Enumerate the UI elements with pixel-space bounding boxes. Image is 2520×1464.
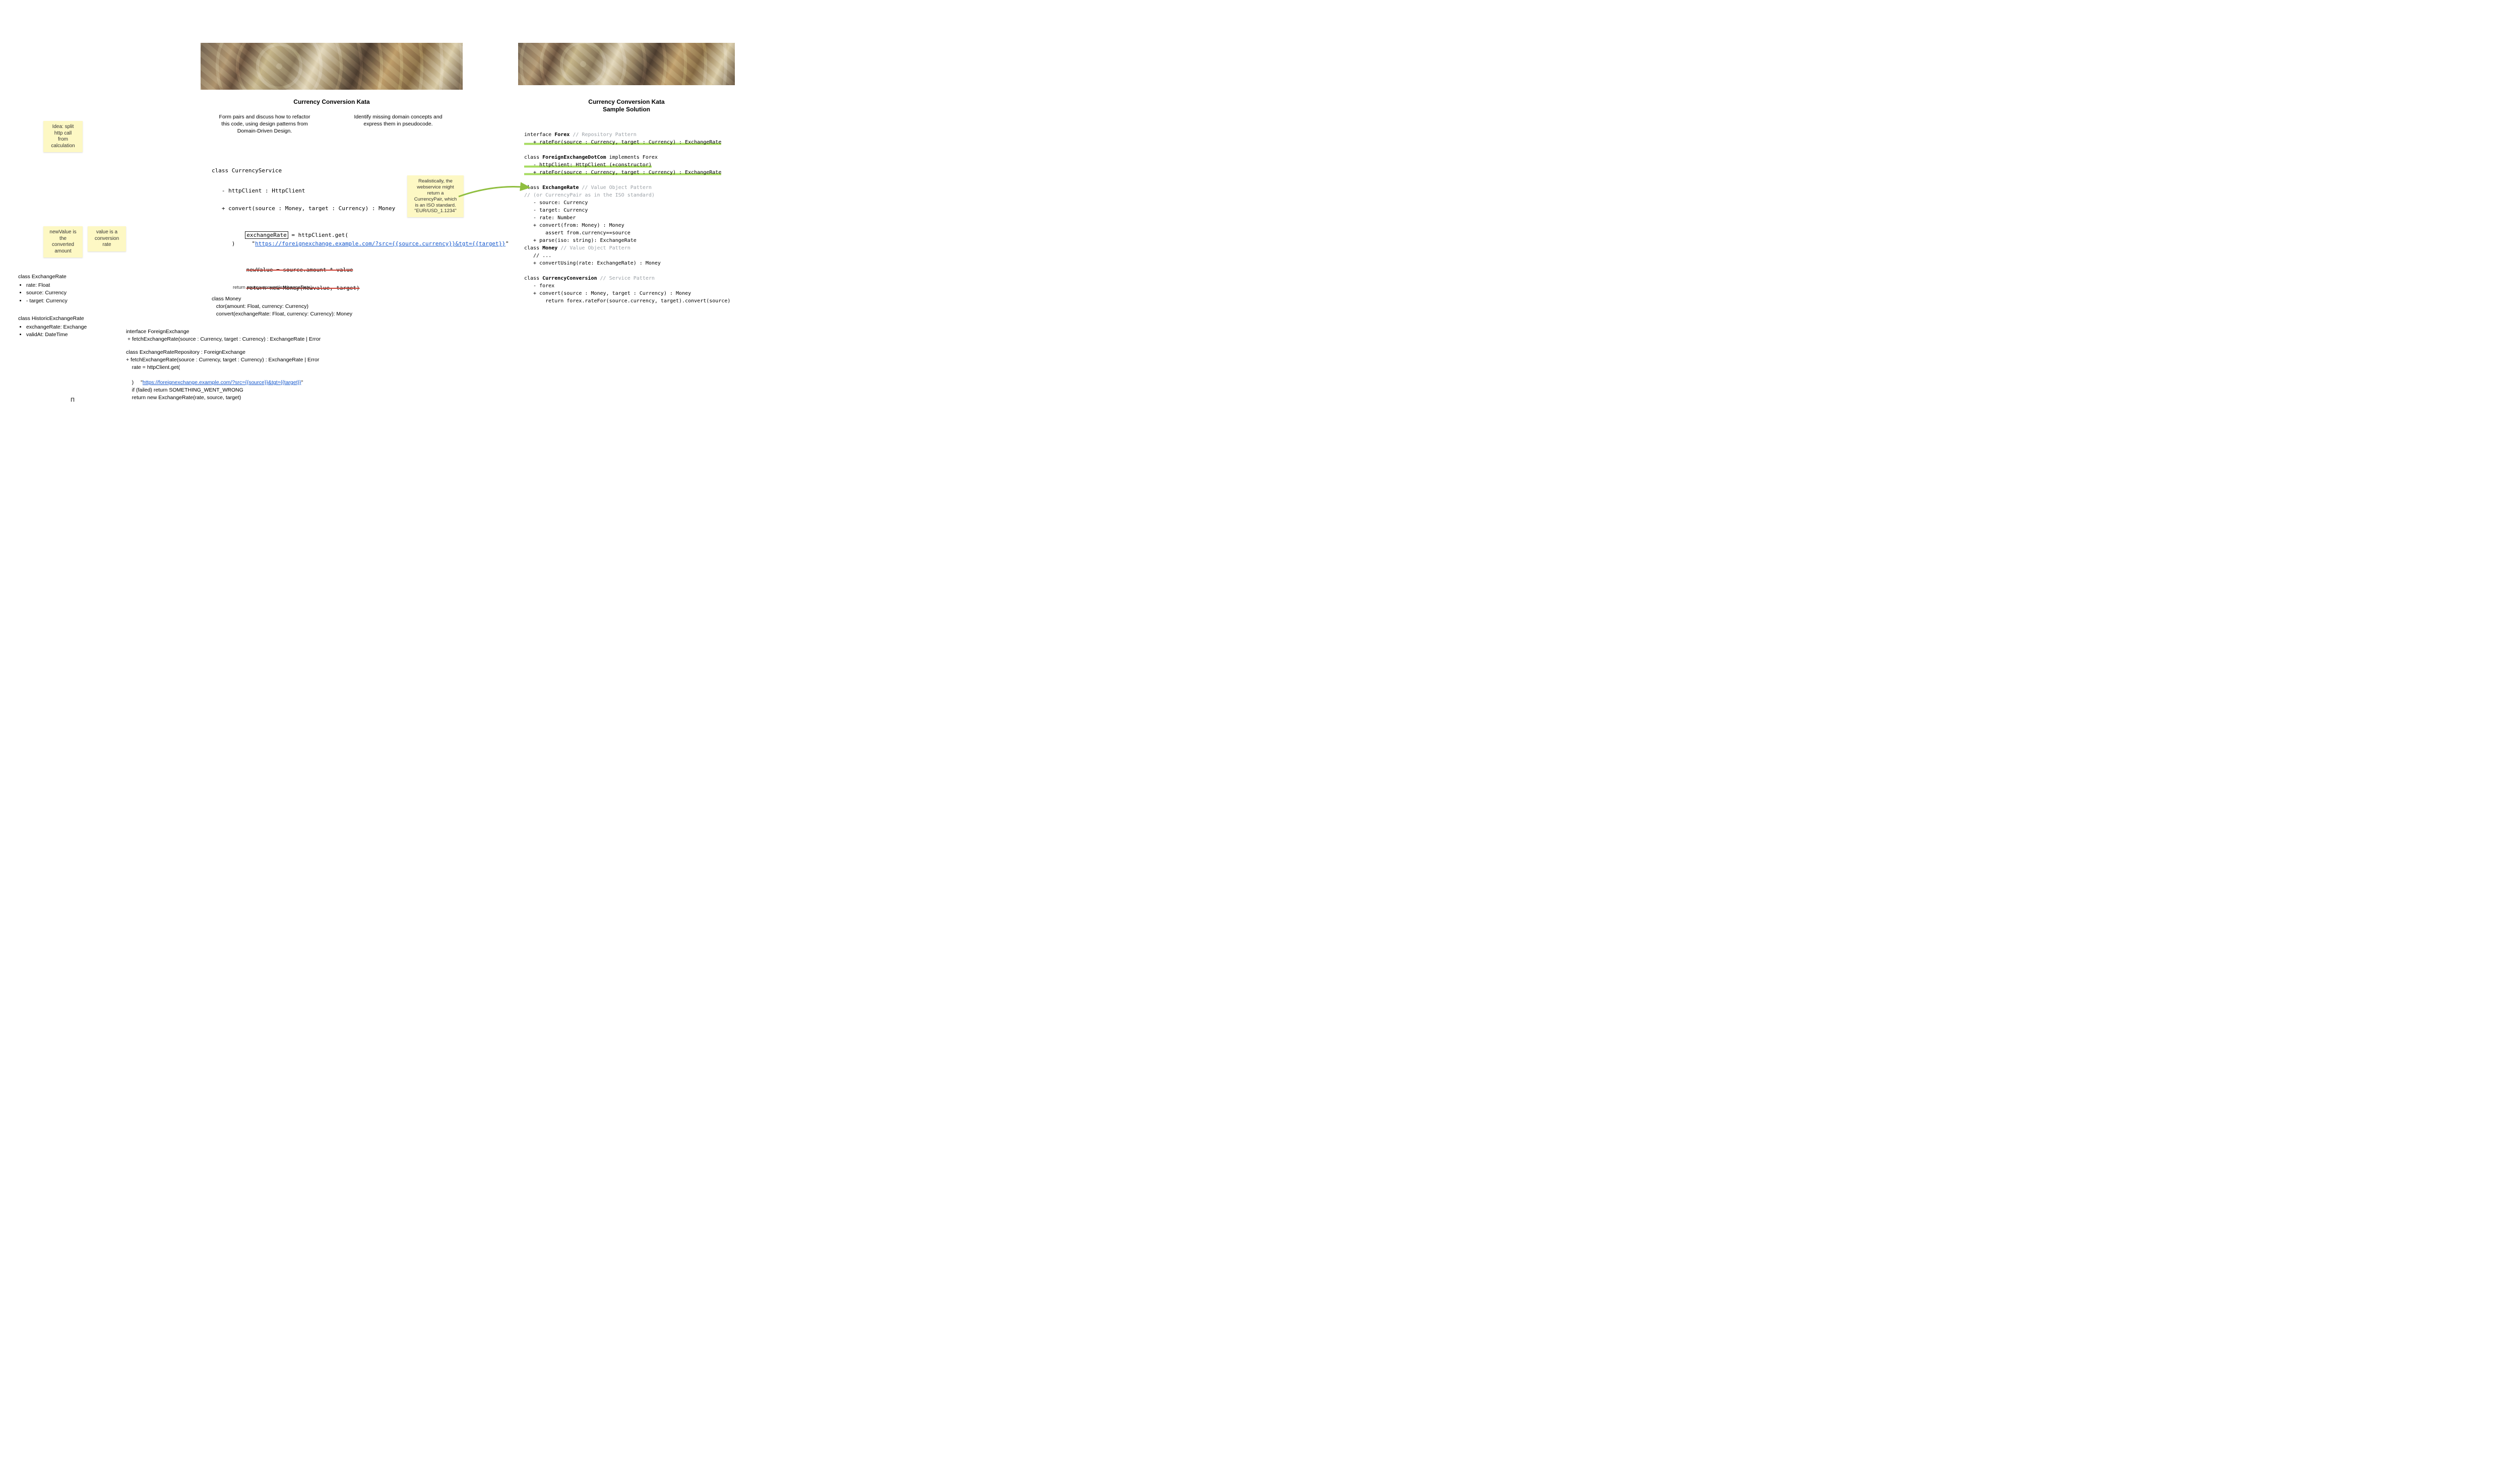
solution-line: class Money // Value Object Pattern: [524, 244, 730, 252]
right-title-1: Currency Conversion Kata: [518, 98, 735, 105]
sticky-newvalue[interactable]: newValue is the converted amount: [43, 226, 83, 258]
left-instructions-2: Identify missing domain concepts and exp…: [348, 113, 449, 128]
sticky-idea[interactable]: Idea: split http call from calculation: [43, 121, 83, 152]
code-money-block: class Money ctor(amount: Float, currency…: [212, 295, 352, 319]
list-item: rate: Float: [26, 282, 68, 289]
solution-line: - source: Currency: [524, 199, 730, 207]
sticky-text: newValue is the converted amount: [47, 229, 79, 254]
solution-line: [524, 146, 730, 154]
list-header: class ExchangeRate: [18, 273, 68, 281]
solution-line: class ExchangeRate // Value Object Patte…: [524, 184, 730, 192]
sticky-currencypair[interactable]: Realistically, the webservice might retu…: [407, 175, 464, 217]
list-item: exchangeRate: Exchange: [26, 324, 87, 331]
code-interface-block: interface ForeignExchange + fetchExchang…: [126, 328, 321, 343]
solution-line: // (or CurrencyPair as in the ISO standa…: [524, 192, 730, 199]
solution-line: - forex: [524, 282, 730, 290]
code-class-header: class CurrencyService: [212, 166, 282, 175]
solution-line: [524, 267, 730, 275]
solution-line: - target: Currency: [524, 207, 730, 214]
list-item: validAt: DateTime: [26, 331, 87, 339]
solution-line: // ...: [524, 252, 730, 260]
solution-line: + rateFor(source : Currency, target : Cu…: [524, 139, 730, 146]
left-title: Currency Conversion Kata: [201, 98, 463, 105]
solution-line: interface Forex // Repository Pattern: [524, 131, 730, 139]
solution-code-block: interface Forex // Repository Pattern + …: [524, 131, 730, 305]
sticky-text: Realistically, the webservice might retu…: [411, 178, 460, 214]
code-method-convert: + convert(source : Money, target : Curre…: [212, 204, 395, 213]
sticky-text: Idea: split http call from calculation: [47, 124, 79, 149]
solution-line: + convert(source : Money, target : Curre…: [524, 290, 730, 297]
list-item: - target: Currency: [26, 297, 68, 305]
solution-line: class CurrencyConversion // Service Patt…: [524, 275, 730, 282]
code-repo-tail: ) if (failed) return SOMETHING_WENT_WRON…: [126, 379, 243, 402]
side-list-exchangerate: class ExchangeRate rate: Float source: C…: [18, 273, 68, 305]
solution-line: + parse(iso: string): ExchangeRate: [524, 237, 730, 244]
solution-line: + convert(from: Money) : Money: [524, 222, 730, 229]
solution-line: class ForeignExchangeDotCom implements F…: [524, 154, 730, 161]
url-link[interactable]: https://foreignexchange.example.com/?src…: [255, 240, 506, 247]
solution-line: [524, 176, 730, 184]
solution-line: - rate: Number: [524, 214, 730, 222]
list-item: source: Currency: [26, 289, 68, 297]
solution-line: - httpClient: HttpClient (+constructor): [524, 161, 730, 169]
list-header: class HistoricExchangeRate: [18, 315, 87, 323]
solution-line: + convertUsing(rate: ExchangeRate) : Mon…: [524, 260, 730, 267]
sticky-value-rate[interactable]: value is a conversion rate: [88, 226, 126, 251]
banner-image-right: [518, 43, 735, 85]
code-url-line: "https://foreignexchange.example.com/?sr…: [212, 231, 509, 257]
solution-line: + rateFor(source : Currency, target : Cu…: [524, 169, 730, 176]
banner-image-left: [201, 43, 463, 90]
left-instructions-1: Form pairs and discuss how to refactor t…: [214, 113, 315, 135]
solution-line: assert from.currency==source: [524, 229, 730, 237]
connector-arrow: [454, 181, 534, 207]
right-title-2: Sample Solution: [518, 106, 735, 113]
code-rewrite: return source.convert(exchangeRate): [233, 285, 312, 290]
code-repo-header: class ExchangeRateRepository : ForeignEx…: [126, 349, 319, 372]
solution-line: return forex.rateFor(source.currency, ta…: [524, 297, 730, 305]
text-cursor: Π: [71, 397, 75, 403]
code-close-paren: ): [212, 239, 235, 248]
side-list-historic: class HistoricExchangeRate exchangeRate:…: [18, 315, 87, 339]
sticky-text: value is a conversion rate: [92, 229, 122, 248]
code-field-httpclient: - httpClient : HttpClient: [212, 186, 305, 195]
